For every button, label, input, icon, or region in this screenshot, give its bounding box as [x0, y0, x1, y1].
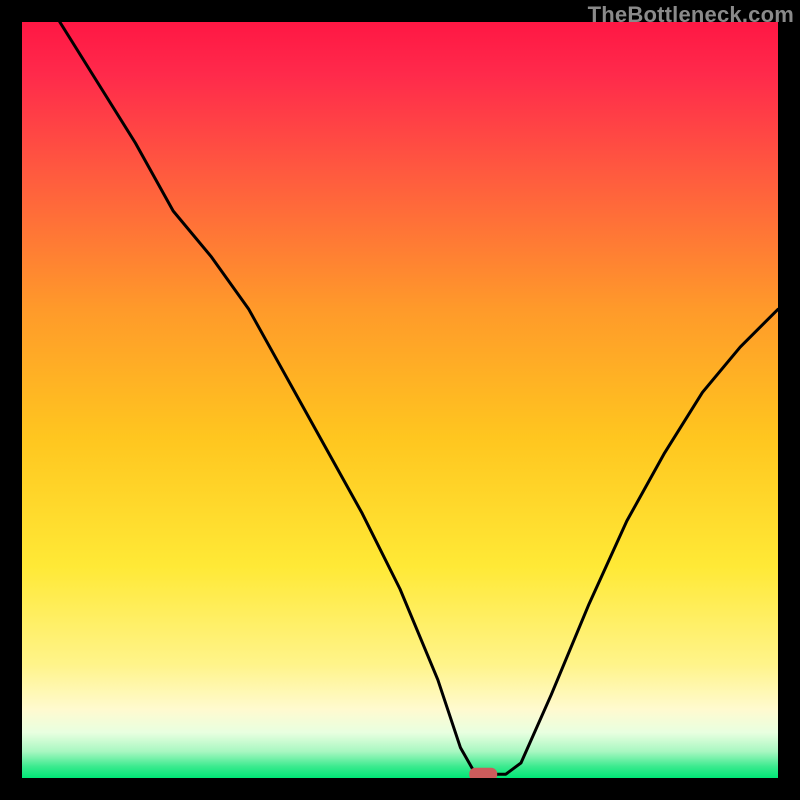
- optimal-point-marker: [469, 768, 497, 778]
- bottleneck-chart: [22, 22, 778, 778]
- gradient-background: [22, 22, 778, 778]
- chart-frame: TheBottleneck.com: [0, 0, 800, 800]
